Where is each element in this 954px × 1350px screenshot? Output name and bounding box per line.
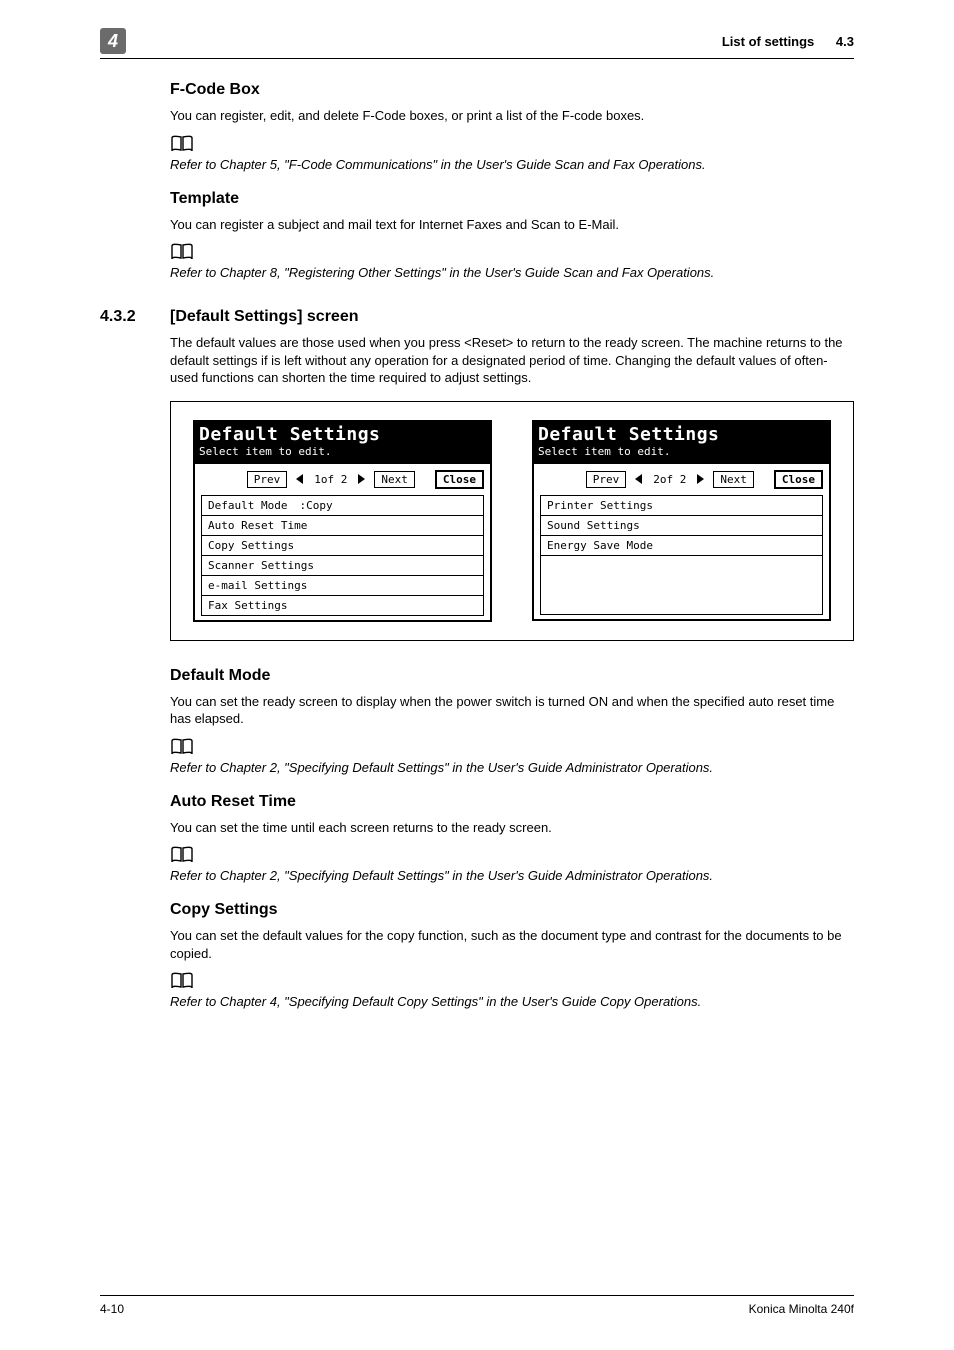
- page-header: 4 List of settings 4.3: [100, 28, 854, 59]
- close-button[interactable]: Close: [435, 470, 484, 489]
- list-item-label: e-mail Settings: [208, 579, 307, 592]
- left-arrow-icon: [296, 474, 303, 484]
- body-text: You can set the ready screen to display …: [170, 693, 854, 728]
- reference-icon: [170, 972, 194, 990]
- list-item[interactable]: Energy Save Mode: [541, 536, 822, 556]
- reference-icon: [170, 243, 194, 261]
- section-number: 4.3.2: [100, 308, 152, 326]
- list-item-label: Printer Settings: [547, 499, 653, 512]
- list-item[interactable]: Auto Reset Time: [202, 516, 483, 536]
- lcd-subtitle: Select item to edit.: [538, 445, 825, 458]
- list-item-label: Copy Settings: [208, 539, 294, 552]
- heading-default-mode: Default Mode: [170, 667, 854, 685]
- left-arrow-icon: [635, 474, 642, 484]
- reference-icon: [170, 135, 194, 153]
- list-item[interactable]: Copy Settings: [202, 536, 483, 556]
- prev-button[interactable]: Prev: [586, 471, 627, 488]
- running-head: List of settings: [722, 34, 814, 49]
- body-text: The default values are those used when y…: [170, 334, 854, 387]
- list-item-label: Auto Reset Time: [208, 519, 307, 532]
- list-item[interactable]: Fax Settings: [202, 596, 483, 615]
- reference-text: Refer to Chapter 8, "Registering Other S…: [170, 265, 854, 280]
- list-item-label: Energy Save Mode: [547, 539, 653, 552]
- list-item[interactable]: Sound Settings: [541, 516, 822, 536]
- lcd-title: Default Settings: [538, 424, 825, 445]
- list-item-value: :Copy: [299, 499, 332, 512]
- chapter-badge: 4: [100, 28, 126, 54]
- prev-button[interactable]: Prev: [247, 471, 288, 488]
- reference-text: Refer to Chapter 2, "Specifying Default …: [170, 760, 854, 775]
- lcd-menu-list: Printer Settings Sound Settings Energy S…: [540, 495, 823, 615]
- figure-default-settings-screens: Default Settings Select item to edit. Pr…: [170, 401, 854, 641]
- lcd-menu-list: Default Mode :Copy Auto Reset Time Copy …: [201, 495, 484, 616]
- next-button[interactable]: Next: [713, 471, 754, 488]
- lcd-screen-page-1: Default Settings Select item to edit. Pr…: [193, 420, 492, 622]
- right-arrow-icon: [697, 474, 704, 484]
- next-button[interactable]: Next: [374, 471, 415, 488]
- lcd-title: Default Settings: [199, 424, 486, 445]
- reference-icon: [170, 738, 194, 756]
- list-item[interactable]: Printer Settings: [541, 496, 822, 516]
- body-text: You can register, edit, and delete F-Cod…: [170, 107, 854, 125]
- reference-text: Refer to Chapter 2, "Specifying Default …: [170, 868, 854, 883]
- product-name: Konica Minolta 240f: [749, 1302, 854, 1316]
- list-empty-space: [541, 556, 822, 614]
- list-item-label: Fax Settings: [208, 599, 287, 612]
- page-footer: 4-10 Konica Minolta 240f: [100, 1295, 854, 1316]
- body-text: You can register a subject and mail text…: [170, 216, 854, 234]
- running-section-number: 4.3: [818, 34, 854, 49]
- body-text: You can set the time until each screen r…: [170, 819, 854, 837]
- lcd-subtitle: Select item to edit.: [199, 445, 486, 458]
- reference-icon: [170, 846, 194, 864]
- right-arrow-icon: [358, 474, 365, 484]
- section-title: [Default Settings] screen: [170, 308, 358, 326]
- body-text: You can set the default values for the c…: [170, 927, 854, 962]
- heading-copy-settings: Copy Settings: [170, 901, 854, 919]
- lcd-screen-page-2: Default Settings Select item to edit. Pr…: [532, 420, 831, 622]
- list-item-label: Sound Settings: [547, 519, 640, 532]
- heading-template: Template: [170, 190, 854, 208]
- close-button[interactable]: Close: [774, 470, 823, 489]
- heading-fcode-box: F-Code Box: [170, 81, 854, 99]
- heading-auto-reset-time: Auto Reset Time: [170, 793, 854, 811]
- list-item[interactable]: Default Mode :Copy: [202, 496, 483, 516]
- page-number: 4-10: [100, 1302, 124, 1316]
- page-indicator: 2of 2: [651, 473, 688, 486]
- list-item[interactable]: Scanner Settings: [202, 556, 483, 576]
- list-item-label: Scanner Settings: [208, 559, 314, 572]
- list-item[interactable]: e-mail Settings: [202, 576, 483, 596]
- reference-text: Refer to Chapter 5, "F-Code Communicatio…: [170, 157, 854, 172]
- page-indicator: 1of 2: [312, 473, 349, 486]
- list-item-label: Default Mode: [208, 499, 287, 512]
- reference-text: Refer to Chapter 4, "Specifying Default …: [170, 994, 854, 1009]
